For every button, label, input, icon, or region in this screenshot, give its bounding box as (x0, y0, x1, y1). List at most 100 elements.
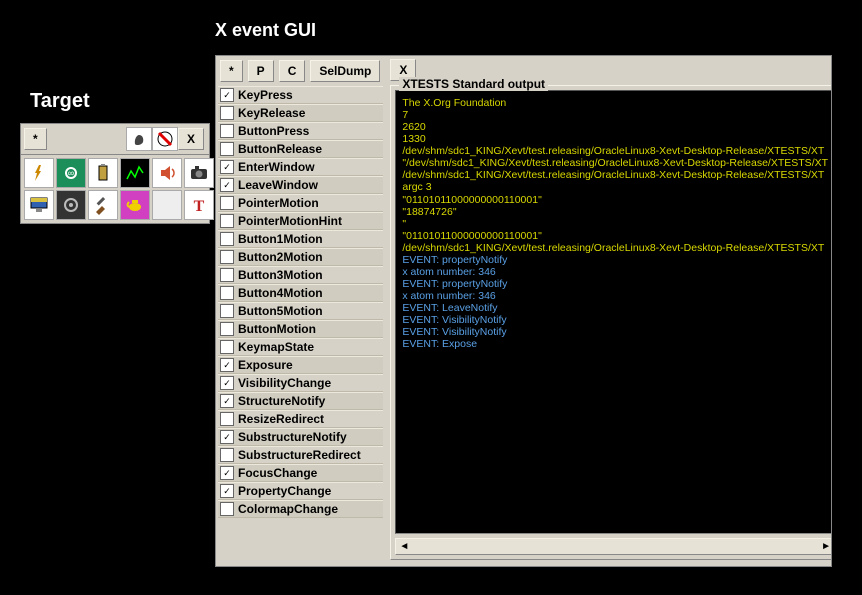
console-line: argc 3 (402, 181, 828, 193)
gear-icon[interactable]: ∞ (56, 158, 86, 188)
chart-icon[interactable] (120, 158, 150, 188)
p-button[interactable]: P (248, 60, 274, 82)
event-checkbox[interactable] (220, 142, 234, 156)
event-checkbox[interactable] (220, 412, 234, 426)
event-row[interactable]: ButtonPress (218, 122, 383, 140)
event-checkbox[interactable]: ✓ (220, 430, 234, 444)
event-label: SubstructureRedirect (238, 448, 361, 462)
star-button[interactable]: * (220, 60, 243, 82)
event-checkbox[interactable]: ✓ (220, 88, 234, 102)
event-checkbox[interactable] (220, 322, 234, 336)
target-star-button[interactable]: * (24, 128, 47, 150)
target-toolbar: * X (20, 123, 210, 155)
event-row[interactable]: KeymapState (218, 338, 383, 356)
event-label: ButtonRelease (238, 142, 322, 156)
event-checkbox[interactable] (220, 268, 234, 282)
app-title: X event GUI (215, 20, 316, 41)
console-line: EVENT: VisibilityNotify (402, 314, 828, 326)
event-row[interactable]: ✓ FocusChange (218, 464, 383, 482)
c-button[interactable]: C (279, 60, 306, 82)
main-window: * P C SelDump ✓KeyPress KeyRelease ButtonP… (215, 55, 832, 567)
event-checkbox[interactable] (220, 232, 234, 246)
event-label: KeyRelease (238, 106, 305, 120)
event-row[interactable]: ✓VisibilityChange (218, 374, 383, 392)
event-row[interactable]: KeyRelease (218, 104, 383, 122)
teapot-icon[interactable] (120, 190, 150, 220)
event-row[interactable]: Button5Motion (218, 302, 383, 320)
event-row[interactable]: PointerMotionHint (218, 212, 383, 230)
console-line: EVENT: Expose (402, 338, 828, 350)
event-checkbox[interactable] (220, 124, 234, 138)
target-x-button[interactable]: X (178, 128, 204, 150)
brush-icon[interactable] (88, 190, 118, 220)
main-body: * P C SelDump ✓KeyPress KeyRelease ButtonP… (216, 56, 831, 566)
event-row[interactable]: ✓ Exposure (218, 356, 383, 374)
event-row[interactable]: ✓ EnterWindow (218, 158, 383, 176)
event-checkbox[interactable] (220, 448, 234, 462)
event-label: ResizeRedirect (238, 412, 324, 426)
text-icon[interactable]: T (184, 190, 214, 220)
output-console[interactable]: The X.Org Foundation726201330/dev/shm/sd… (395, 90, 831, 534)
event-list[interactable]: ✓KeyPress KeyRelease ButtonPress ButtonRele… (216, 86, 385, 518)
event-checkbox[interactable]: ✓ (220, 178, 234, 192)
event-checkbox[interactable]: ✓ (220, 484, 234, 498)
event-row[interactable]: PointerMotion (218, 194, 383, 212)
sound-icon[interactable] (152, 158, 182, 188)
event-row[interactable]: SubstructureRedirect (218, 446, 383, 464)
console-line: EVENT: LeaveNotify (402, 302, 828, 314)
console-line: 2620 (402, 121, 828, 133)
console-line: The X.Org Foundation (402, 97, 828, 109)
event-row[interactable]: Button3Motion (218, 266, 383, 284)
console-line: /dev/shm/sdc1_KING/Xevt/test.releasing/O… (402, 169, 828, 181)
console-line: /dev/shm/sdc1_KING/Xevt/test.releasing/O… (402, 145, 828, 157)
blank-icon[interactable] (152, 190, 182, 220)
event-label: EnterWindow (238, 160, 315, 174)
event-row[interactable]: ColormapChange (218, 500, 383, 518)
event-label: PointerMotion (238, 196, 319, 210)
event-checkbox[interactable] (220, 250, 234, 264)
event-checkbox[interactable] (220, 502, 234, 516)
event-checkbox[interactable]: ✓ (220, 466, 234, 480)
foot-icon[interactable] (126, 127, 152, 151)
event-checkbox[interactable] (220, 286, 234, 300)
monitor-icon[interactable] (24, 190, 54, 220)
camera-icon[interactable] (184, 158, 214, 188)
event-checkbox[interactable] (220, 340, 234, 354)
event-checkbox[interactable]: ✓ (220, 376, 234, 390)
event-row[interactable]: ButtonRelease (218, 140, 383, 158)
seldump-button[interactable]: SelDump (310, 60, 380, 82)
event-checkbox[interactable] (220, 304, 234, 318)
console-line: EVENT: VisibilityNotify (402, 326, 828, 338)
event-row[interactable]: ✓PropertyChange (218, 482, 383, 500)
event-row[interactable]: Button2Motion (218, 248, 383, 266)
scroll-left-icon[interactable]: ◄ (399, 541, 409, 552)
event-label: Exposure (238, 358, 293, 372)
event-checkbox[interactable] (220, 196, 234, 210)
target-icon-grid: ∞ T (20, 155, 210, 224)
svg-text:∞: ∞ (68, 168, 74, 178)
battery-icon[interactable] (88, 158, 118, 188)
event-checkbox[interactable] (220, 214, 234, 228)
event-label: Button1Motion (238, 232, 323, 246)
event-row[interactable]: ✓LeaveWindow (218, 176, 383, 194)
event-label: ColormapChange (238, 502, 338, 516)
event-row[interactable]: ✓SubstructureNotify (218, 428, 383, 446)
event-row[interactable]: ✓KeyPress (218, 86, 383, 104)
cog-icon[interactable] (56, 190, 86, 220)
horizontal-scrollbar[interactable]: ◄ ► (395, 538, 831, 555)
hand-icon[interactable] (24, 158, 54, 188)
console-line: 1330 (402, 133, 828, 145)
event-label: FocusChange (238, 466, 317, 480)
red-cross-icon[interactable] (152, 127, 178, 151)
event-row[interactable]: ButtonMotion (218, 320, 383, 338)
output-legend: XTESTS Standard output (399, 77, 548, 91)
event-checkbox[interactable]: ✓ (220, 160, 234, 174)
scroll-right-icon[interactable]: ► (821, 541, 831, 552)
event-checkbox[interactable]: ✓ (220, 394, 234, 408)
event-row[interactable]: Button4Motion (218, 284, 383, 302)
event-row[interactable]: Button1Motion (218, 230, 383, 248)
event-checkbox[interactable] (220, 106, 234, 120)
event-checkbox[interactable]: ✓ (220, 358, 234, 372)
event-row[interactable]: ✓StructureNotify (218, 392, 383, 410)
event-row[interactable]: ResizeRedirect (218, 410, 383, 428)
